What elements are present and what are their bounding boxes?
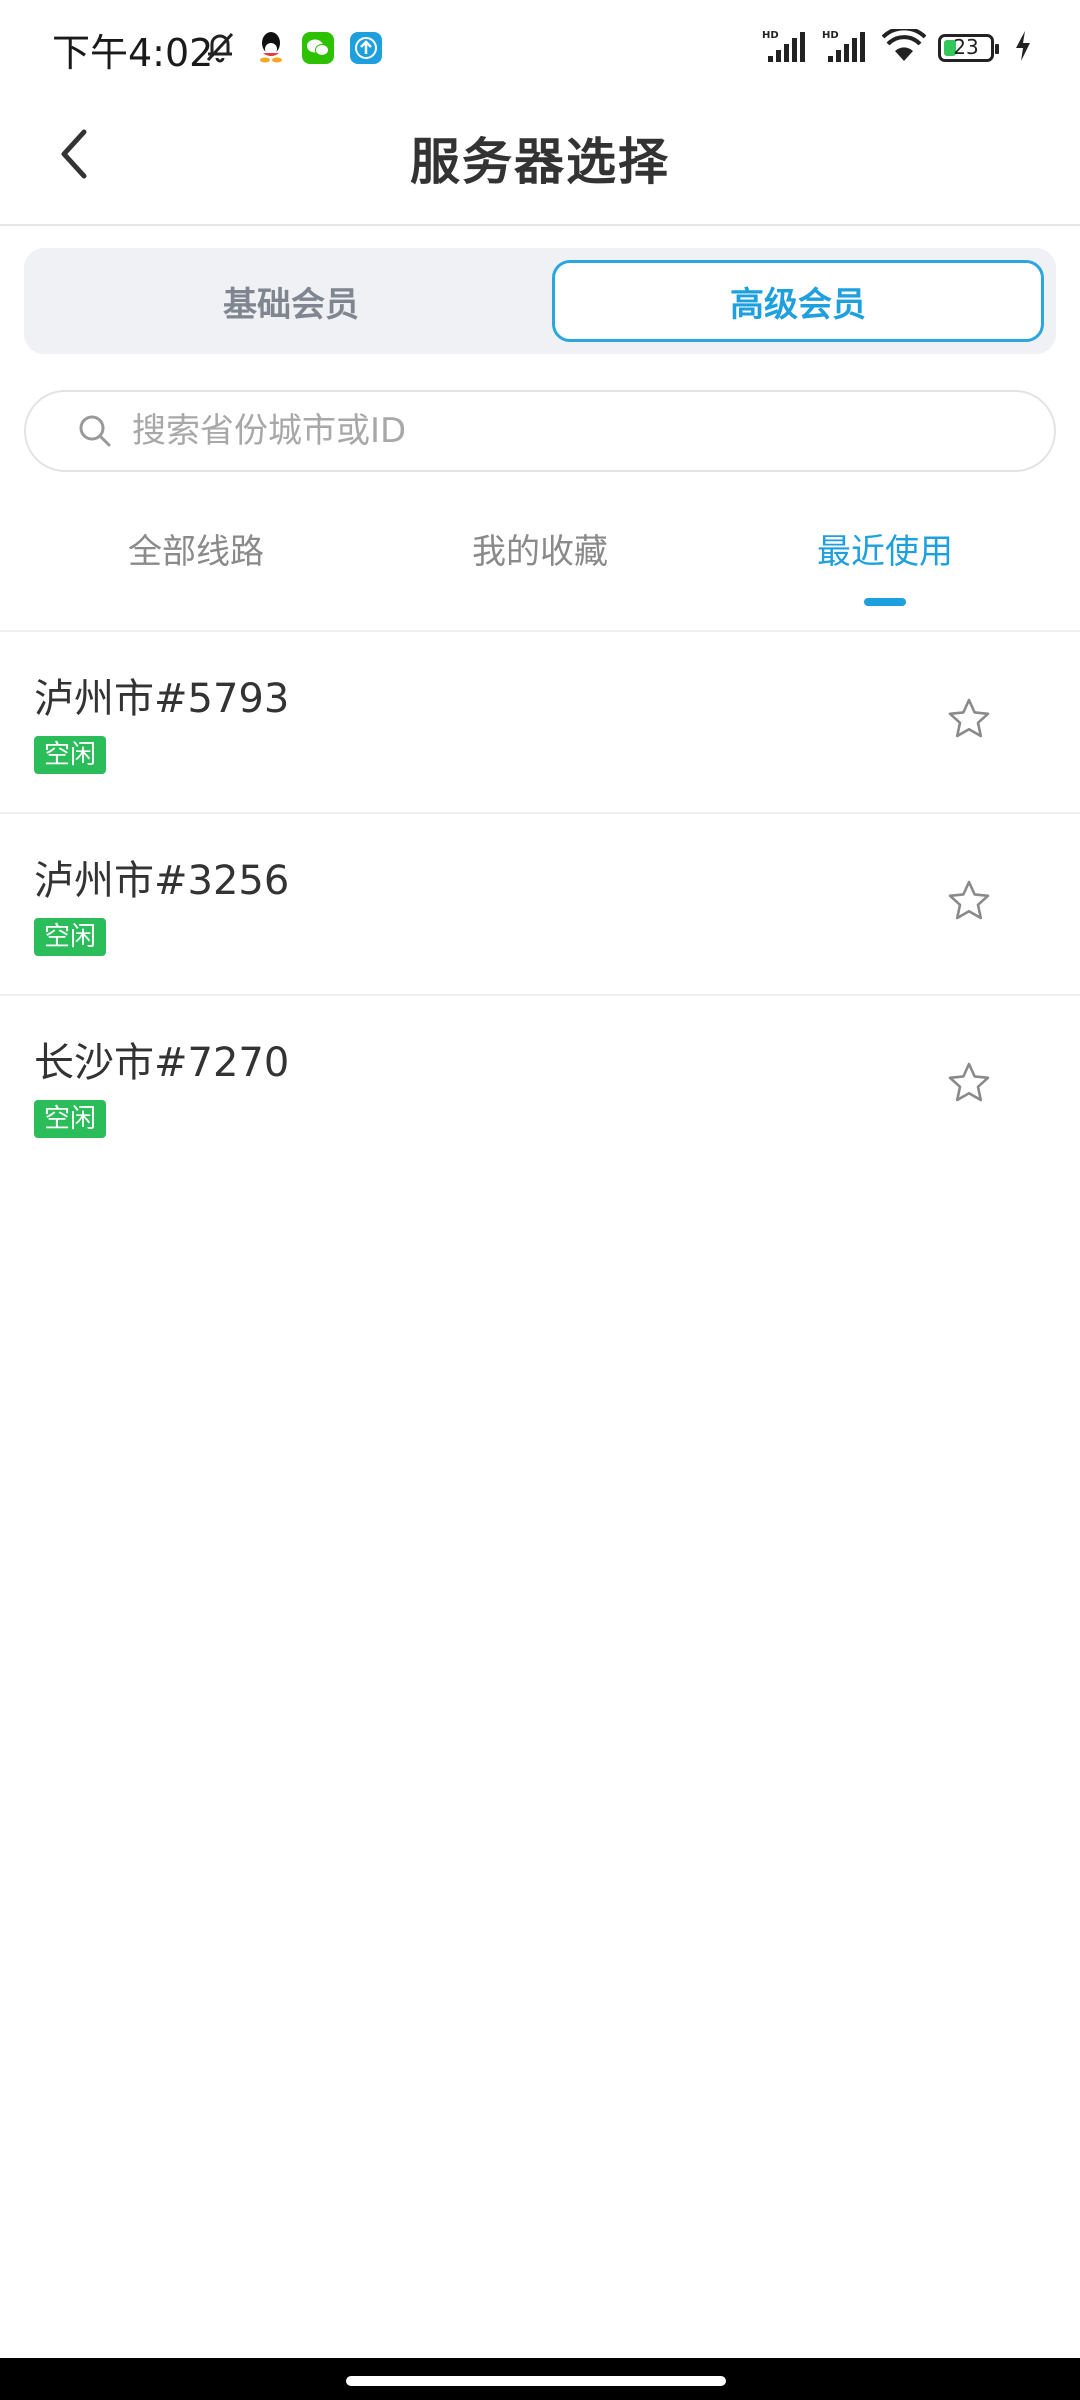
status-badge: 空闲 bbox=[34, 1100, 107, 1138]
status-badge: 空闲 bbox=[34, 918, 107, 956]
tab-all-lines[interactable]: 全部线路 bbox=[128, 524, 264, 573]
page-title: 服务器选择 bbox=[410, 133, 670, 191]
star-icon[interactable] bbox=[946, 1060, 992, 1106]
member-type-segment: 基础会员 高级会员 bbox=[24, 248, 1056, 354]
battery-level: 23 bbox=[953, 35, 979, 59]
tab-my-favorites[interactable]: 我的收藏 bbox=[472, 524, 608, 573]
hd-signal-icon: HD bbox=[762, 28, 810, 68]
mute-bell-icon bbox=[200, 26, 240, 70]
star-icon[interactable] bbox=[946, 696, 992, 742]
upload-app-icon bbox=[350, 32, 382, 64]
status-system-icons: HD HD 23 bbox=[762, 26, 1032, 68]
status-time: 下午4:02 bbox=[52, 31, 214, 75]
tab-premium-member[interactable]: 高级会员 bbox=[552, 260, 1044, 342]
server-name: 泸州市#5793 bbox=[34, 676, 290, 722]
search-input[interactable] bbox=[130, 410, 994, 452]
tab-basic-member[interactable]: 基础会员 bbox=[36, 260, 546, 342]
tab-recently-used[interactable]: 最近使用 bbox=[817, 524, 953, 573]
svg-text:HD: HD bbox=[822, 30, 839, 41]
line-tabs: 全部线路 我的收藏 最近使用 bbox=[0, 500, 1080, 630]
wechat-icon bbox=[302, 32, 334, 64]
svg-text:HD: HD bbox=[762, 30, 779, 41]
system-nav-bar bbox=[0, 2358, 1080, 2400]
battery-icon: 23 bbox=[938, 34, 999, 62]
status-bar: 下午4:02 HD HD 23 bbox=[0, 0, 1080, 96]
search-icon bbox=[78, 414, 112, 448]
charging-icon bbox=[1014, 30, 1032, 66]
wifi-icon bbox=[881, 26, 927, 67]
server-name: 泸州市#3256 bbox=[34, 858, 290, 904]
hd-signal-icon: HD bbox=[822, 28, 870, 68]
star-icon[interactable] bbox=[946, 878, 992, 924]
status-badge: 空闲 bbox=[34, 736, 107, 774]
server-row[interactable]: 泸州市#3256 空闲 bbox=[0, 814, 1080, 996]
server-row[interactable]: 长沙市#7270 空闲 bbox=[0, 996, 1080, 1176]
status-notification-icons bbox=[200, 28, 382, 68]
home-indicator[interactable] bbox=[346, 2376, 726, 2386]
qq-icon bbox=[256, 29, 286, 67]
search-bar bbox=[24, 390, 1056, 472]
server-list: 泸州市#5793 空闲 泸州市#3256 空闲 长沙市#7270 空闲 bbox=[0, 632, 1080, 1176]
server-name: 长沙市#7270 bbox=[34, 1040, 290, 1086]
server-row[interactable]: 泸州市#5793 空闲 bbox=[0, 632, 1080, 814]
active-tab-indicator bbox=[864, 598, 906, 606]
title-bar: 服务器选择 bbox=[0, 96, 1080, 226]
